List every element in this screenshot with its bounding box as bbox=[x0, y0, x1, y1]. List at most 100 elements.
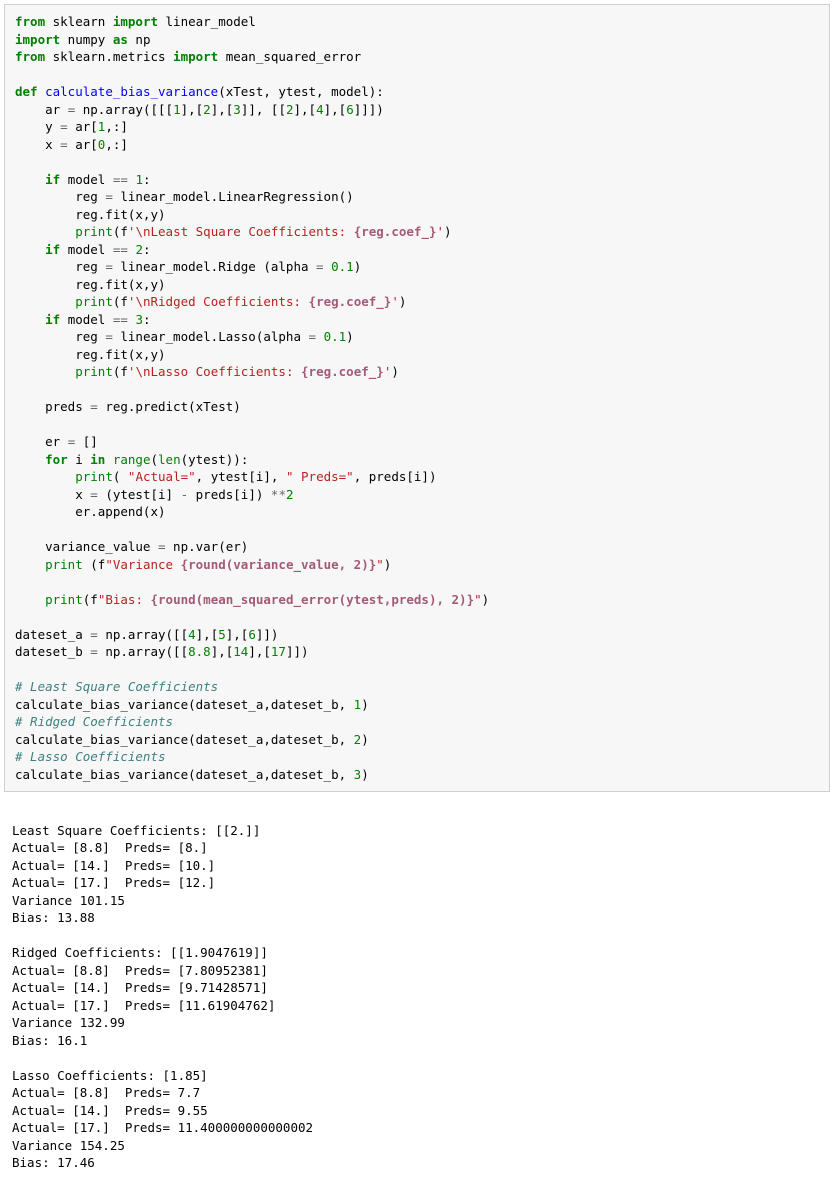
code-token: "Variance bbox=[105, 557, 180, 572]
code-token: : bbox=[143, 172, 151, 187]
code-token: preds bbox=[15, 399, 90, 414]
code-token: ) bbox=[444, 224, 452, 239]
code-token: reg bbox=[15, 189, 105, 204]
code-token: range bbox=[113, 452, 151, 467]
code-token: = bbox=[60, 137, 68, 152]
code-token: , preds[i]) bbox=[354, 469, 437, 484]
code-token: print bbox=[75, 294, 113, 309]
code-token: (f bbox=[83, 592, 98, 607]
output-cell: Least Square Coefficients: [[2.]] Actual… bbox=[0, 796, 834, 1180]
code-cell: from sklearn import linear_model import … bbox=[4, 4, 830, 792]
code-token: (ytest[i] bbox=[98, 487, 181, 502]
code-token: "Bias: bbox=[98, 592, 151, 607]
code-token: {reg.coef_} bbox=[309, 294, 392, 309]
code-token: = bbox=[158, 539, 166, 554]
code-token: (ytest)): bbox=[181, 452, 249, 467]
code-token: 5 bbox=[218, 627, 226, 642]
code-token: : bbox=[143, 312, 151, 327]
code-token: np bbox=[128, 32, 151, 47]
code-token: = bbox=[90, 627, 98, 642]
code-token: ' bbox=[437, 224, 445, 239]
code-token: np.array([[ bbox=[98, 644, 188, 659]
code-token: y bbox=[15, 119, 60, 134]
code-token: print bbox=[45, 557, 83, 572]
code-token: ],[ bbox=[211, 644, 234, 659]
code-token: ],[ bbox=[196, 627, 219, 642]
code-token: 2 bbox=[286, 102, 294, 117]
code-token: print bbox=[75, 364, 113, 379]
code-token: ar[ bbox=[68, 137, 98, 152]
code-token: 8.8 bbox=[188, 644, 211, 659]
code-token: # Lasso Coefficients bbox=[15, 749, 166, 764]
code-token: calculate_bias_variance(dateset_a,datese… bbox=[15, 732, 354, 747]
code-token: ],[ bbox=[211, 102, 234, 117]
code-token: sklearn.metrics bbox=[45, 49, 173, 64]
code-token bbox=[15, 364, 75, 379]
code-token: {round(variance_value, 2)} bbox=[181, 557, 377, 572]
code-token: for bbox=[45, 452, 68, 467]
code-token: = bbox=[60, 119, 68, 134]
code-token: == bbox=[113, 312, 128, 327]
code-token: 17 bbox=[271, 644, 286, 659]
code-token: ) bbox=[361, 697, 369, 712]
code-token: model bbox=[60, 172, 113, 187]
code-token bbox=[15, 312, 45, 327]
code-token: ]]]) bbox=[354, 102, 384, 117]
code-token bbox=[38, 84, 46, 99]
code-token: linear_model.LinearRegression() bbox=[113, 189, 354, 204]
code-token: "Actual=" bbox=[128, 469, 196, 484]
code-token: print bbox=[75, 469, 113, 484]
code-token: : bbox=[143, 242, 151, 257]
code-token: ],[ bbox=[294, 102, 317, 117]
code-token: calculate_bias_variance bbox=[45, 84, 218, 99]
code-token: ' bbox=[391, 294, 399, 309]
code-token: import bbox=[173, 49, 218, 64]
code-token: " Preds=" bbox=[286, 469, 354, 484]
code-token: - bbox=[181, 487, 189, 502]
code-token: np.array([[[ bbox=[75, 102, 173, 117]
code-token: model bbox=[60, 242, 113, 257]
code-token: in bbox=[90, 452, 105, 467]
code-token: if bbox=[45, 172, 60, 187]
code-token: variance_value bbox=[15, 539, 158, 554]
code-token: 3 bbox=[233, 102, 241, 117]
code-token: if bbox=[45, 242, 60, 257]
code-token: = bbox=[90, 399, 98, 414]
code-token: len bbox=[158, 452, 181, 467]
code-token: {reg.coef_} bbox=[354, 224, 437, 239]
code-token bbox=[316, 329, 324, 344]
code-token: [] bbox=[75, 434, 98, 449]
code-token: ar[ bbox=[68, 119, 98, 134]
code-token: ,:] bbox=[105, 119, 128, 134]
code-token: if bbox=[45, 312, 60, 327]
code-token: 2 bbox=[135, 242, 143, 257]
code-token bbox=[15, 592, 45, 607]
code-token: ) bbox=[399, 294, 407, 309]
code-token: er bbox=[15, 434, 68, 449]
code-token: 4 bbox=[188, 627, 196, 642]
code-token: as bbox=[113, 32, 128, 47]
code-token: ],[ bbox=[181, 102, 204, 117]
code-token bbox=[15, 224, 75, 239]
code-token: linear_model.Lasso(alpha bbox=[113, 329, 309, 344]
code-token: import bbox=[15, 32, 60, 47]
code-token: '\nLasso Coefficients: bbox=[128, 364, 301, 379]
code-token bbox=[15, 172, 45, 187]
code-token: # Ridged Coefficients bbox=[15, 714, 173, 729]
code-token: 6 bbox=[248, 627, 256, 642]
code-token: preds[i]) bbox=[188, 487, 271, 502]
code-token: ]]) bbox=[286, 644, 309, 659]
code-token: '\nRidged Coefficients: bbox=[128, 294, 309, 309]
code-token: = bbox=[105, 189, 113, 204]
code-token: 2 bbox=[286, 487, 294, 502]
code-token: = bbox=[105, 259, 113, 274]
code-token: ) bbox=[346, 329, 354, 344]
code-token: i bbox=[68, 452, 91, 467]
code-token bbox=[15, 469, 75, 484]
code-token: == bbox=[113, 172, 128, 187]
code-token: ** bbox=[271, 487, 286, 502]
code-token: ,:] bbox=[105, 137, 128, 152]
code-token: ],[ bbox=[248, 644, 271, 659]
code-token: ) bbox=[361, 767, 369, 782]
code-token: dateset_a bbox=[15, 627, 90, 642]
